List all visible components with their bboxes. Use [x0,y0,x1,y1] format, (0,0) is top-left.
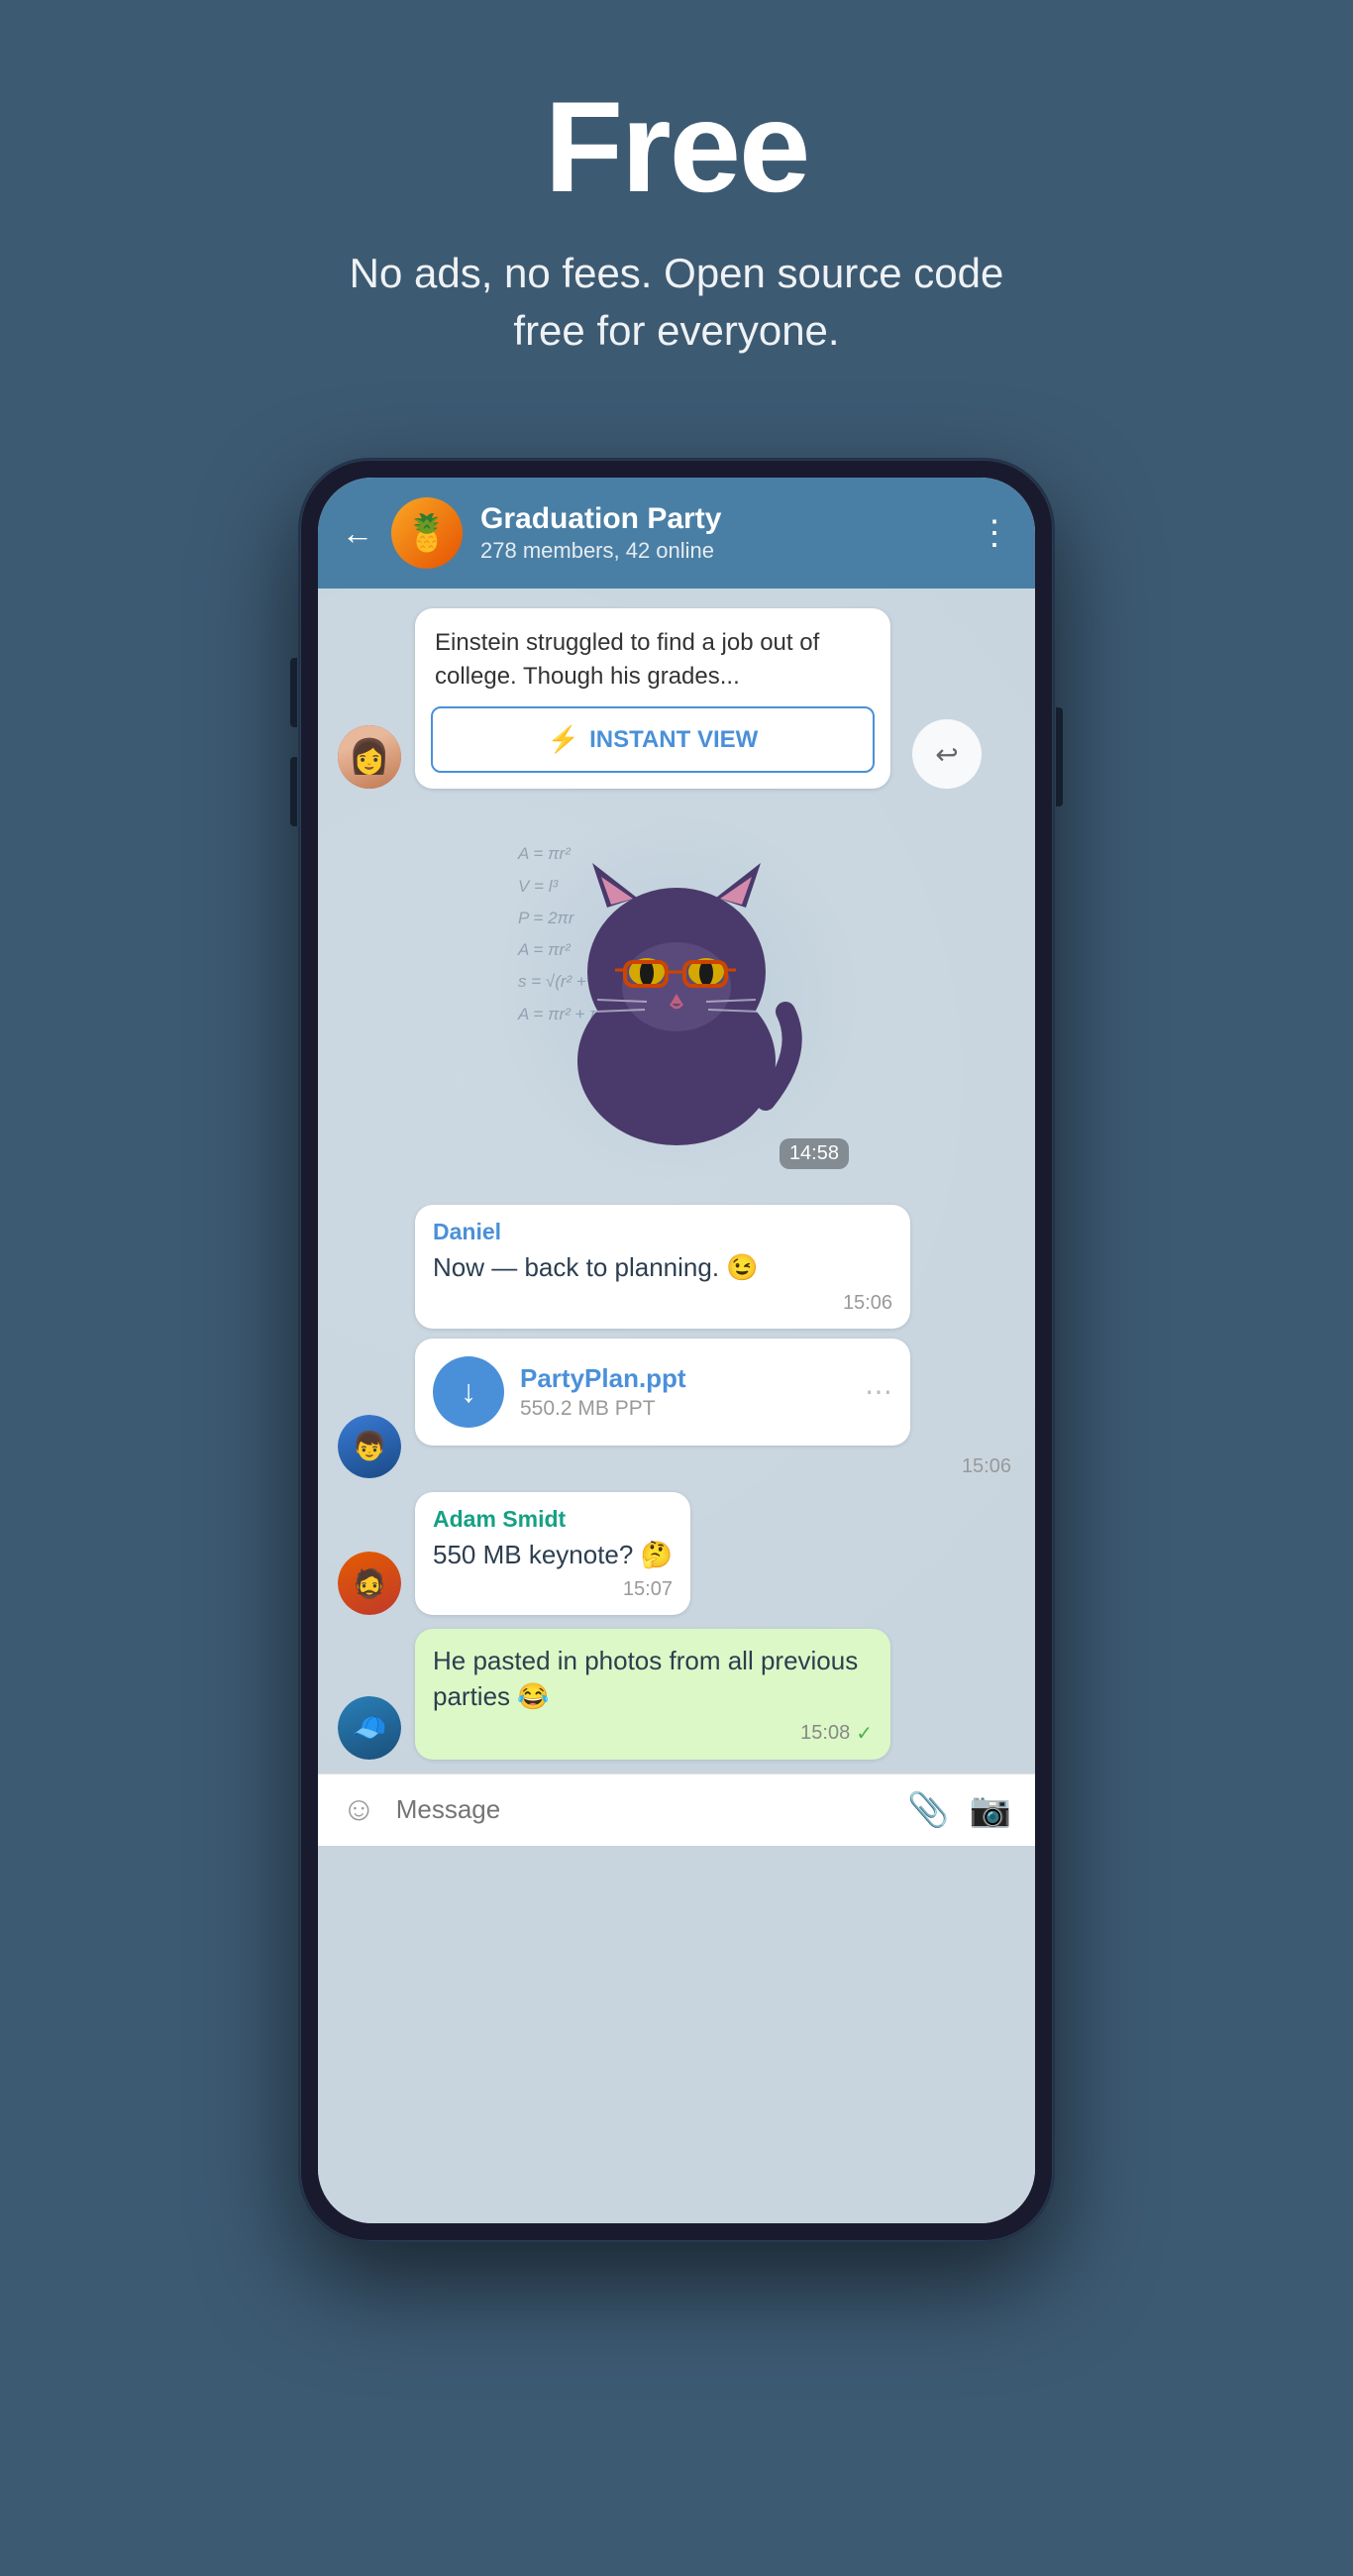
delivered-check-icon: ✓ [856,1721,873,1746]
message-meta-adam: 15:07 [433,1578,673,1601]
link-preview-text: Einstein struggled to find a job out of … [415,608,890,706]
message-text-daniel: Now — back to planning. 😉 [433,1249,892,1285]
message-time-adam: 15:07 [623,1578,673,1601]
message-meta-daniel: 15:06 [433,1292,892,1315]
message-text-own: He pasted in photos from all previous pa… [433,1643,873,1715]
camera-button[interactable]: 📷 [970,1790,1011,1830]
back-button[interactable]: ← [342,515,373,552]
instant-view-button[interactable]: ⚡ INSTANT VIEW [431,706,875,773]
file-more-button[interactable]: ⋯ [865,1375,892,1408]
message-time-daniel: 15:06 [843,1292,892,1315]
message-row-link: 👩 Einstein struggled to find a job out o… [338,608,1015,789]
user-avatar-daniel: 👦 [338,1415,401,1478]
file-name: PartyPlan.ppt [520,1363,849,1394]
file-time: 15:06 [962,1455,1011,1477]
group-members: 278 members, 42 online [480,538,960,564]
message-sender-adam: Adam Smidt [433,1506,673,1533]
hero-subtitle: No ads, no fees. Open source code free f… [330,245,1023,362]
message-input[interactable] [396,1794,888,1825]
chat-header: ← 🍍 Graduation Party 278 members, 42 onl… [318,478,1035,589]
message-text-adam: 550 MB keynote? 🤔 [433,1537,673,1572]
hero-section: Free No ads, no fees. Open source code f… [290,0,1063,420]
sticker-area: A = πr² V = l³ P = 2πr A = πr² s = √(r² … [338,808,1015,1185]
lightning-icon: ⚡ [548,724,579,755]
group-name: Graduation Party [480,502,960,536]
message-bubble-daniel: Daniel Now — back to planning. 😉 15:06 [415,1205,910,1328]
attach-button[interactable]: 📎 [907,1790,949,1830]
user-avatar-adam: 🧔 [338,1552,401,1615]
phone-screen: ← 🍍 Graduation Party 278 members, 42 onl… [318,478,1035,2223]
user-avatar-adam2: 🧢 [338,1696,401,1760]
hero-title: Free [330,79,1023,215]
message-bubble-adam: Adam Smidt 550 MB keynote? 🤔 15:07 [415,1492,690,1615]
power-button [1056,707,1063,806]
user-avatar-girl: 👩 [338,725,401,789]
sticker-container: A = πr² V = l³ P = 2πr A = πr² s = √(r² … [488,808,865,1185]
chat-input-bar: ☺ 📎 📷 [318,1773,1035,1846]
message-row-adam: 🧔 Adam Smidt 550 MB keynote? 🤔 15:07 [338,1492,1015,1615]
file-download-button[interactable]: ↓ [433,1356,504,1428]
message-sender-daniel: Daniel [433,1219,892,1245]
phone-frame: ← 🍍 Graduation Party 278 members, 42 onl… [300,460,1053,2241]
group-info: Graduation Party 278 members, 42 online [480,502,960,564]
file-bubble: ↓ PartyPlan.ppt 550.2 MB PPT ⋯ [415,1339,910,1446]
volume-down-button [290,757,297,826]
forward-button[interactable]: ↩ [912,719,982,789]
more-options-button[interactable]: ⋮ [978,513,1011,553]
chat-body: 👩 Einstein struggled to find a job out o… [318,589,1035,2223]
message-bubble-own: He pasted in photos from all previous pa… [415,1629,890,1760]
file-info: PartyPlan.ppt 550.2 MB PPT [520,1363,849,1421]
sticker-time: 14:58 [780,1138,849,1169]
message-meta-own: 15:08 ✓ [433,1721,873,1746]
phone-wrapper: ← 🍍 Graduation Party 278 members, 42 onl… [300,460,1053,2241]
cat-sticker [488,808,865,1185]
group-avatar: 🍍 [391,497,463,569]
emoji-button[interactable]: ☺ [342,1790,376,1829]
volume-up-button [290,658,297,727]
instant-view-label: INSTANT VIEW [589,726,758,754]
link-preview-bubble: Einstein struggled to find a job out of … [415,608,890,789]
message-time-own: 15:08 [800,1722,850,1745]
file-size: 550.2 MB PPT [520,1397,849,1421]
